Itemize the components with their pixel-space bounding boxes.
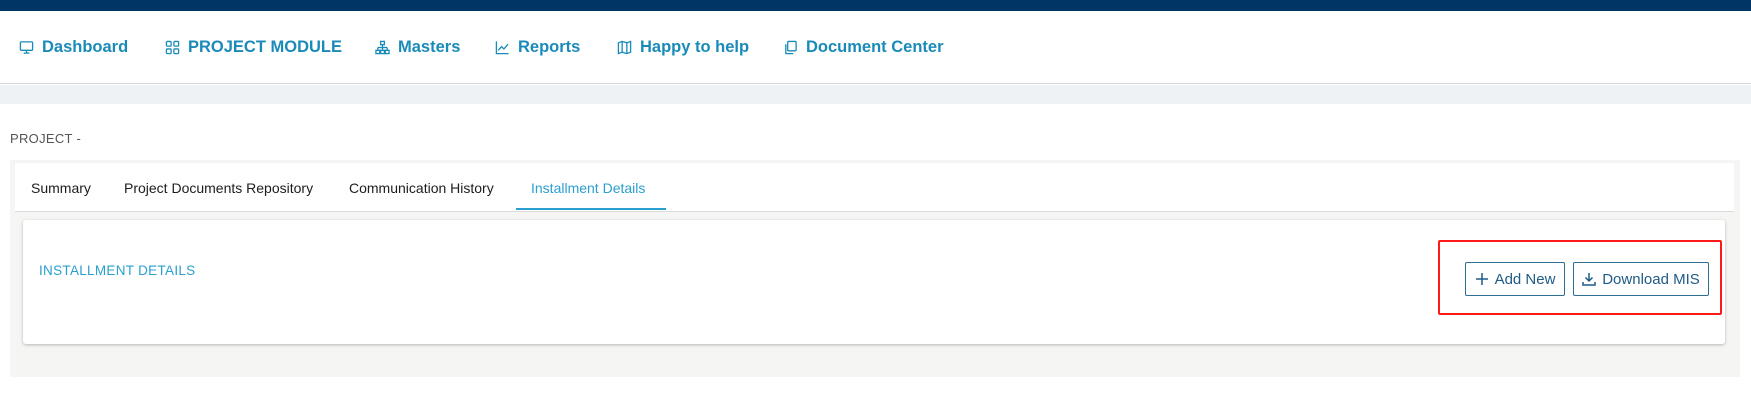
tab-summary[interactable]: Summary — [31, 163, 91, 212]
nav-label: Reports — [518, 38, 581, 56]
nav-item-masters[interactable]: Masters — [374, 11, 460, 84]
nav-item-dashboard[interactable]: Dashboard — [18, 11, 128, 84]
nav-label: PROJECT MODULE — [188, 38, 343, 56]
chart-line-icon — [494, 40, 510, 56]
hierarchy-icon — [374, 40, 390, 56]
nav-item-project-module[interactable]: PROJECT MODULE — [164, 11, 342, 84]
nav-label: Dashboard — [42, 38, 129, 56]
map-icon — [616, 40, 632, 56]
plus-icon — [1475, 272, 1489, 286]
nav-label: Happy to help — [640, 38, 750, 56]
nav-item-happy-to-help[interactable]: Happy to help — [616, 11, 749, 84]
download-mis-button[interactable]: Download MIS — [1573, 262, 1709, 296]
tab-bar: Summary Project Documents Repository Com… — [15, 163, 1734, 212]
tab-project-documents-repository[interactable]: Project Documents Repository — [124, 163, 313, 212]
tab-communication-history[interactable]: Communication History — [349, 163, 494, 212]
monitor-icon — [18, 40, 34, 56]
documents-icon — [782, 40, 798, 56]
add-new-label: Add New — [1494, 270, 1556, 288]
sub-header-strip — [0, 85, 1751, 104]
grid-icon — [164, 40, 180, 56]
nav-label: Document Center — [806, 38, 944, 56]
download-mis-label: Download MIS — [1602, 270, 1700, 288]
main-navbar: Dashboard PROJECT MODULE Masters Reports… — [0, 11, 1751, 84]
active-tab-indicator — [516, 208, 666, 210]
nav-item-document-center[interactable]: Document Center — [782, 11, 944, 84]
download-icon — [1582, 272, 1596, 286]
nav-item-reports[interactable]: Reports — [494, 11, 580, 84]
section-title: INSTALLMENT DETAILS — [39, 263, 196, 278]
page-title: PROJECT - — [10, 131, 82, 146]
tab-installment-details[interactable]: Installment Details — [531, 163, 645, 212]
nav-label: Masters — [398, 38, 461, 56]
add-new-button[interactable]: Add New — [1465, 262, 1565, 296]
top-bar — [0, 0, 1751, 11]
